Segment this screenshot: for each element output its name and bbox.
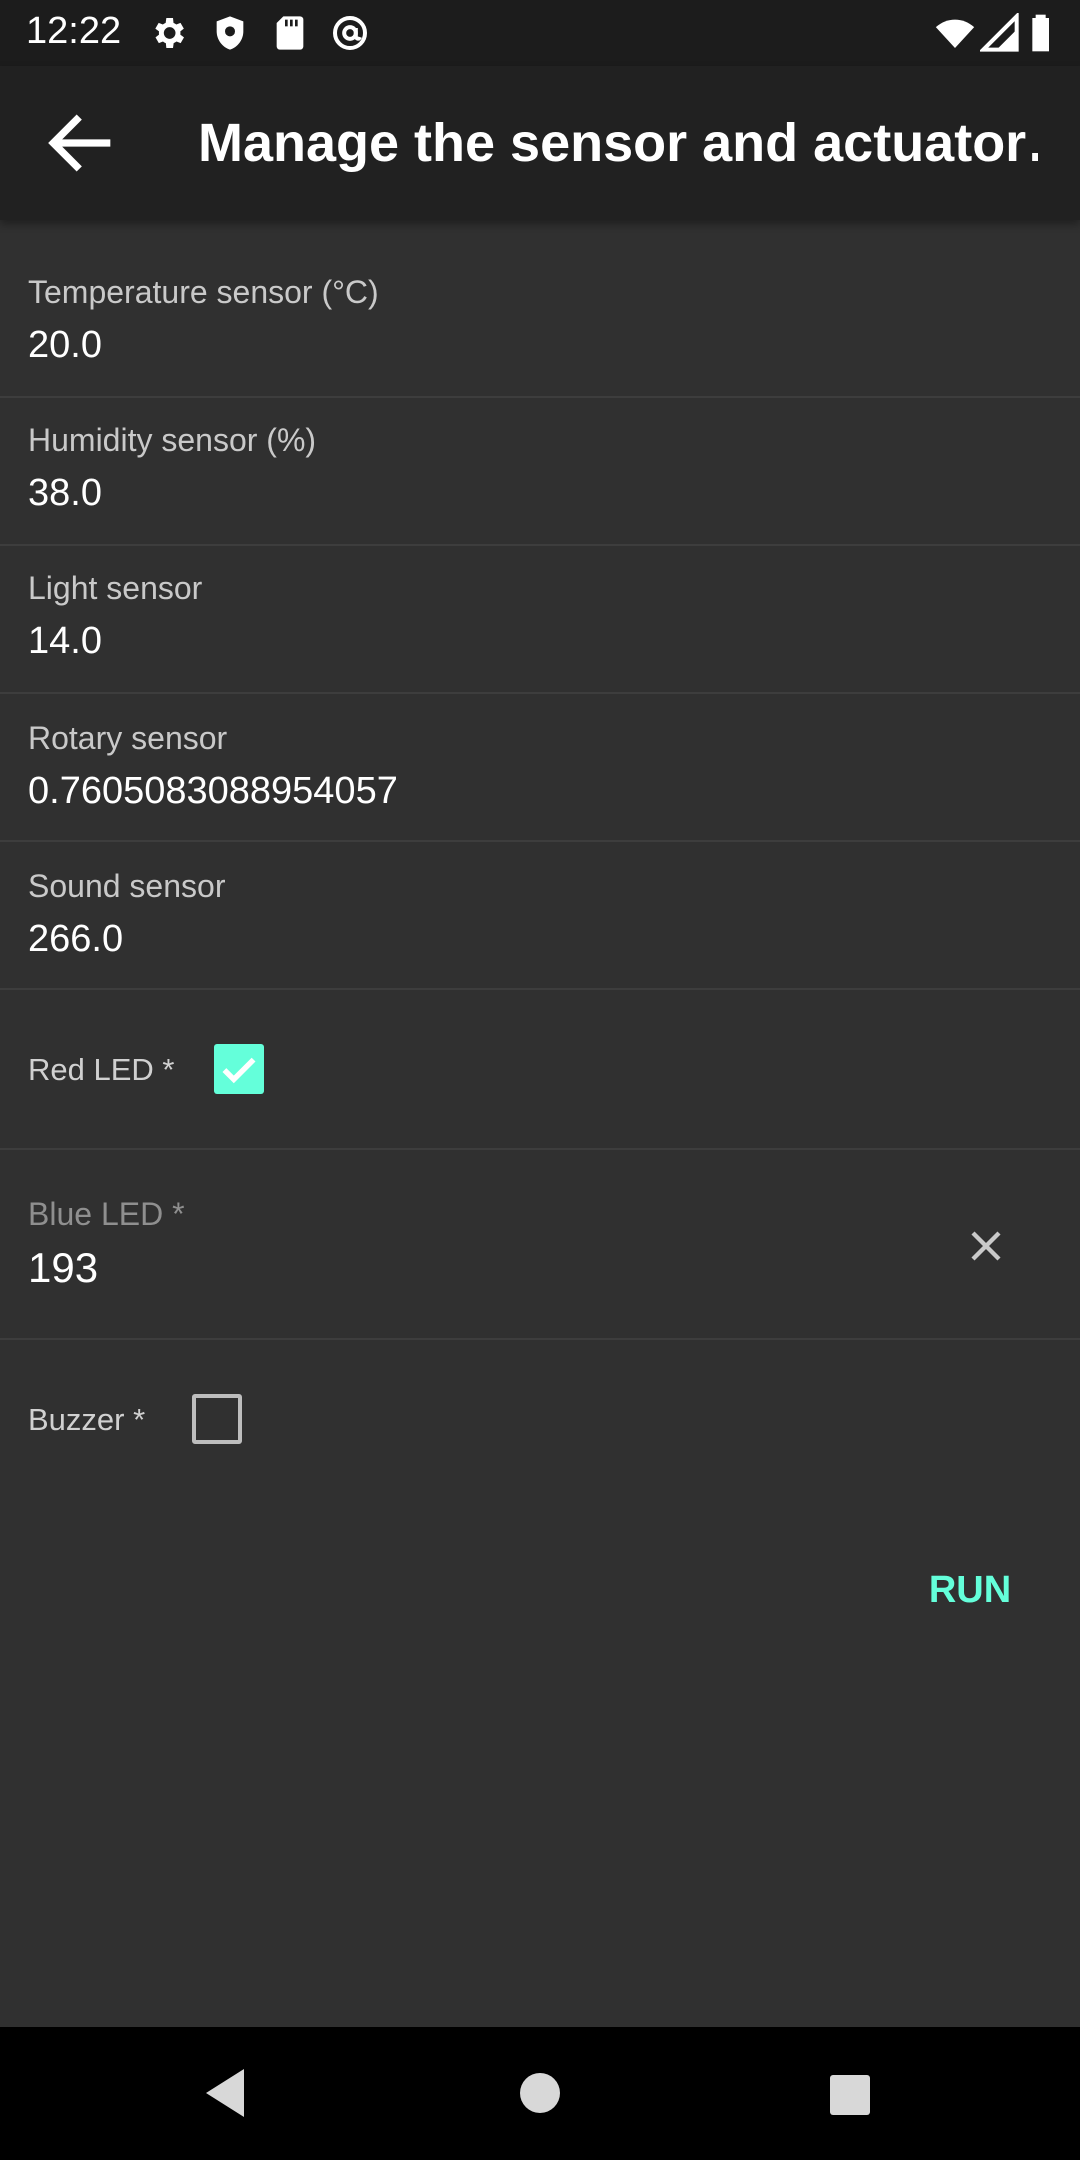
blue-led-input[interactable]: 193 bbox=[28, 1244, 98, 1292]
sd-card-icon bbox=[276, 16, 304, 50]
temperature-sensor-value: 20.0 bbox=[28, 324, 102, 366]
run-button[interactable]: RUN bbox=[910, 1560, 1030, 1620]
app-bar: Manage the sensor and actuator… bbox=[0, 66, 1080, 220]
light-sensor-value: 14.0 bbox=[28, 620, 102, 662]
sound-sensor-label: Sound sensor bbox=[28, 868, 226, 904]
nav-home-icon[interactable] bbox=[518, 2071, 562, 2115]
buzzer-row: Buzzer * bbox=[0, 1340, 1080, 1500]
status-time: 12:22 bbox=[26, 10, 122, 52]
nav-recents-icon[interactable] bbox=[828, 2073, 872, 2117]
rotary-sensor-row: Rotary sensor 0.7605083088954057 bbox=[0, 694, 1080, 842]
buzzer-label: Buzzer * bbox=[28, 1402, 146, 1437]
blue-led-label: Blue LED * bbox=[28, 1196, 185, 1232]
shield-icon bbox=[216, 16, 244, 50]
battery-icon bbox=[1032, 14, 1049, 52]
buzzer-checkbox[interactable] bbox=[192, 1394, 242, 1444]
humidity-sensor-label: Humidity sensor (%) bbox=[28, 422, 317, 458]
at-sign-icon bbox=[333, 16, 367, 50]
sound-sensor-row: Sound sensor 266.0 bbox=[0, 842, 1080, 990]
temperature-sensor-label: Temperature sensor (°C) bbox=[28, 274, 379, 310]
status-bar: 12:22 bbox=[0, 0, 1080, 66]
navigation-bar bbox=[0, 2027, 1080, 2160]
check-icon bbox=[222, 1057, 256, 1084]
sound-sensor-value: 266.0 bbox=[28, 918, 124, 960]
blue-led-row[interactable]: Blue LED * 193 bbox=[0, 1150, 1080, 1340]
gear-icon bbox=[155, 18, 184, 48]
humidity-sensor-value: 38.0 bbox=[28, 472, 102, 514]
light-sensor-row: Light sensor 14.0 bbox=[0, 546, 1080, 694]
red-led-checkbox[interactable] bbox=[214, 1044, 264, 1094]
light-sensor-label: Light sensor bbox=[28, 570, 203, 606]
red-led-row: Red LED * bbox=[0, 990, 1080, 1150]
wifi-icon bbox=[935, 19, 975, 48]
clear-icon[interactable] bbox=[960, 1220, 1012, 1272]
back-arrow-icon[interactable] bbox=[40, 103, 120, 183]
cell-signal-icon bbox=[980, 13, 1019, 52]
temperature-sensor-row: Temperature sensor (°C) 20.0 bbox=[0, 222, 1080, 398]
red-led-label: Red LED * bbox=[28, 1052, 175, 1087]
humidity-sensor-row: Humidity sensor (%) 38.0 bbox=[0, 398, 1080, 546]
nav-back-icon[interactable] bbox=[200, 2065, 250, 2121]
page-title: Manage the sensor and actuator… bbox=[198, 113, 1038, 173]
rotary-sensor-value: 0.7605083088954057 bbox=[28, 770, 398, 812]
rotary-sensor-label: Rotary sensor bbox=[28, 720, 228, 756]
